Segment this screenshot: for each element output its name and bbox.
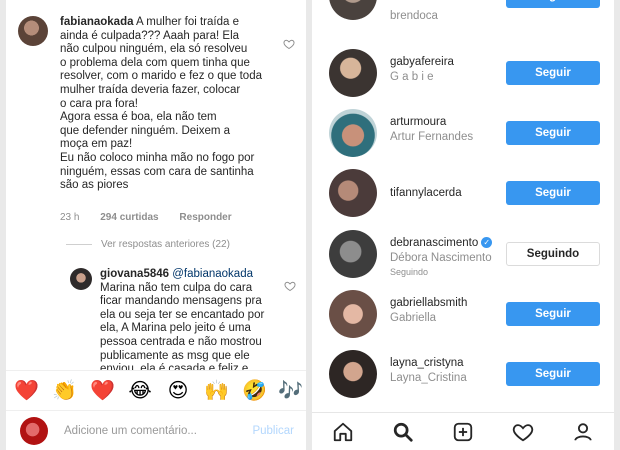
screenshot-stage: fabianaokada A mulher foi traída e ainda… — [0, 0, 620, 450]
avatar[interactable] — [329, 49, 377, 97]
emoji-heart-eyes[interactable]: 😍 — [166, 379, 190, 403]
bottom-tab-bar — [312, 412, 614, 450]
add-icon[interactable] — [451, 421, 475, 443]
comment-likes[interactable]: 294 curtidas — [100, 212, 158, 223]
emoji-rofl[interactable]: 🤣 — [242, 379, 267, 403]
list-item[interactable]: brendoca Seguir — [312, 0, 614, 26]
heart-icon[interactable] — [511, 421, 535, 443]
avatar[interactable] — [329, 290, 377, 338]
reply-line: publicamente as msg que ele — [100, 349, 250, 362]
view-previous-replies[interactable]: Ver respostas anteriores (22) — [101, 239, 230, 250]
list-item[interactable]: gabyafereira G a b i e Seguir — [312, 43, 614, 103]
avatar[interactable] — [329, 0, 377, 20]
emoji-bar: ❤️ 👏 ❤️ 😂 😍 🙌 🤣 🎶 — [6, 370, 306, 408]
full-name: Artur Fernandes — [390, 131, 474, 143]
following-button[interactable]: Seguindo — [506, 242, 600, 266]
avatar[interactable] — [329, 350, 377, 398]
follow-button[interactable]: Seguir — [506, 181, 600, 205]
emoji-tears-of-joy[interactable]: 😂 — [128, 379, 152, 403]
emoji-music-notes[interactable]: 🎶 — [278, 379, 303, 403]
comment-line: não culpou ninguém, ela só resolveu — [60, 43, 248, 56]
comment-input[interactable]: Adicione um comentário... — [64, 425, 197, 437]
follow-button[interactable]: Seguir — [506, 302, 600, 326]
reply-line: ficar mandando mensagens pra — [100, 295, 262, 308]
avatar[interactable] — [329, 230, 377, 278]
follow-button[interactable]: Seguir — [506, 121, 600, 145]
username[interactable]: layna_cristyna — [390, 357, 464, 369]
reply-line: ela, A Marina pelo jeito é uma — [100, 322, 251, 335]
emoji-clap[interactable]: 👏 — [52, 379, 77, 403]
comment-line: moça em paz! — [60, 138, 133, 151]
comment-line: ninguém, essas com cara de santinha — [60, 165, 254, 178]
reply-line: pessoa centrada e não mostrou — [100, 335, 262, 348]
list-item[interactable]: gabriellabsmith Gabriella Seguir — [312, 284, 614, 344]
follow-list-panel: brendoca Seguir gabyafereira G a b i e S… — [312, 0, 614, 450]
comment-line: A mulher foi traída e — [133, 16, 239, 28]
search-icon[interactable] — [391, 421, 415, 443]
follow-button[interactable]: Seguir — [506, 0, 600, 8]
username[interactable]: brendoca — [390, 10, 438, 22]
comment-line: mulher traída deveria fazer, colocar — [60, 83, 241, 96]
comment-meta: 23 h 294 curtidas Responder — [60, 212, 250, 223]
avatar[interactable] — [70, 268, 92, 290]
like-heart-icon[interactable] — [283, 38, 295, 50]
comment-text: fabianaokada A mulher foi traída e ainda… — [60, 16, 262, 193]
following-status: Seguindo — [390, 267, 429, 277]
full-name: Gabriella — [390, 312, 437, 324]
username[interactable]: gabriellabsmith — [390, 297, 467, 309]
full-name: Débora Nascimento — [390, 252, 492, 264]
full-name: Layna_Cristina — [390, 372, 467, 384]
verified-badge-icon: ✓ — [481, 237, 493, 248]
username[interactable]: arturmoura — [390, 116, 446, 128]
list-item[interactable]: layna_cristyna Layna_Cristina Seguir — [312, 344, 614, 404]
comment-line: o problema dela com quem tinha que — [60, 56, 250, 69]
reply-line: Marina não tem culpa do cara — [100, 281, 253, 294]
emoji-red-heart[interactable]: ❤️ — [14, 379, 39, 403]
profile-icon[interactable] — [571, 421, 595, 443]
reply-username[interactable]: giovana5846 — [100, 268, 169, 280]
comment-line: são as piores — [60, 179, 129, 192]
comment-time: 23 h — [60, 212, 80, 223]
reply-line: ela ou seja ter se encantado por — [100, 308, 265, 321]
comment-line: que defender ninguém. Deixem a — [60, 124, 231, 137]
list-item[interactable]: tifannylacerda Seguir — [312, 163, 614, 223]
avatar[interactable] — [329, 109, 377, 157]
list-item[interactable]: debranascimento ✓ Débora Nascimento Segui… — [312, 224, 614, 284]
avatar — [20, 417, 48, 445]
comment-line: resolver, com o marido e fez o que toda — [60, 70, 262, 83]
reply-button[interactable]: Responder — [179, 212, 231, 223]
comment-line: Agora essa é boa, ela não tem — [60, 111, 217, 124]
like-heart-icon[interactable] — [284, 280, 296, 292]
reply-mention[interactable]: @fabianaokada — [172, 268, 253, 280]
emoji-raised-hands[interactable]: 🙌 — [204, 379, 229, 403]
comment-username[interactable]: fabianaokada — [60, 16, 134, 28]
username[interactable]: tifannylacerda — [390, 187, 462, 199]
list-item[interactable]: arturmoura Artur Fernandes Seguir — [312, 103, 614, 163]
divider-line — [66, 244, 92, 245]
comment-line: ainda é culpada??? Aaah para! Ela — [60, 29, 240, 42]
username[interactable]: debranascimento — [390, 237, 478, 249]
avatar[interactable] — [329, 169, 377, 217]
username-row: debranascimento ✓ — [390, 237, 493, 249]
follow-button[interactable]: Seguir — [506, 362, 600, 386]
publish-button[interactable]: Publicar — [252, 425, 294, 437]
comments-panel: fabianaokada A mulher foi traída e ainda… — [6, 0, 306, 450]
avatar[interactable] — [18, 16, 48, 46]
follow-button[interactable]: Seguir — [506, 61, 600, 85]
comment-input-bar: Adicione um comentário... Publicar — [6, 410, 306, 450]
home-icon[interactable] — [331, 421, 355, 443]
username[interactable]: gabyafereira — [390, 56, 454, 68]
comment-line: o cara pra fora! — [60, 97, 138, 110]
comment-line: Eu não coloco minha mão no fogo por — [60, 151, 255, 164]
reply-text: giovana5846 @fabianaokada Marina não tem… — [100, 268, 280, 377]
emoji-heart[interactable]: ❤️ — [90, 379, 115, 403]
full-name: G a b i e — [390, 71, 434, 83]
